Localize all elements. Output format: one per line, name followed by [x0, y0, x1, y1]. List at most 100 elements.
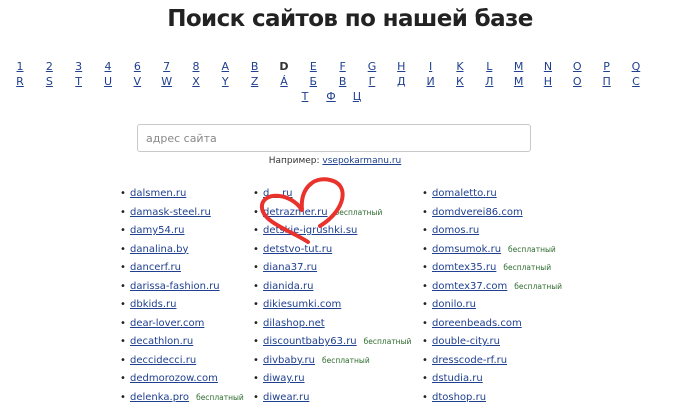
- alphabet-letter-link[interactable]: 2: [35, 60, 63, 73]
- alphabet-letter-link[interactable]: Б: [299, 75, 327, 88]
- alphabet-letter-link[interactable]: О: [563, 75, 591, 88]
- alphabet-letter-link[interactable]: I: [417, 60, 445, 73]
- site-link[interactable]: dresscode-rf.ru: [432, 355, 507, 366]
- site-link[interactable]: decathlon.ru: [130, 336, 193, 347]
- site-link[interactable]: domtex35.ru: [432, 262, 496, 273]
- site-link[interactable]: diway.ru: [263, 373, 305, 384]
- alphabet-letter-link[interactable]: T: [65, 75, 93, 88]
- alphabet-letter-link[interactable]: O: [563, 60, 591, 73]
- alphabet-letter-link[interactable]: П: [593, 75, 621, 88]
- site-link[interactable]: dear-lover.com: [130, 318, 204, 329]
- alphabet-letter-link[interactable]: X: [182, 75, 210, 88]
- alphabet-letter-link[interactable]: 8: [182, 60, 210, 73]
- site-list-item: •dikiesumki.com: [253, 296, 411, 315]
- site-link[interactable]: detskie-igrushki.su: [263, 225, 357, 236]
- alphabet-letter-link[interactable]: Ф: [317, 90, 345, 103]
- site-link[interactable]: delenka.pro: [130, 392, 189, 403]
- bullet-icon: •: [422, 259, 432, 278]
- alphabet-letter-link[interactable]: M: [505, 60, 533, 73]
- site-link[interactable]: discountbaby63.ru: [263, 336, 357, 347]
- alphabet-letter-link[interactable]: Q: [622, 60, 650, 73]
- alphabet-letter-link[interactable]: P: [593, 60, 621, 73]
- site-link[interactable]: detrazmer.ru: [263, 207, 328, 218]
- site-link[interactable]: doreenbeads.com: [432, 318, 522, 329]
- alphabet-letter-link[interactable]: L: [475, 60, 503, 73]
- site-link[interactable]: d....ru: [263, 188, 293, 199]
- bullet-icon: •: [422, 389, 432, 407]
- site-link[interactable]: dikiesumki.com: [263, 299, 341, 310]
- alphabet-letter-link[interactable]: F: [329, 60, 357, 73]
- bullet-icon: •: [422, 315, 432, 334]
- site-link[interactable]: dbkids.ru: [130, 299, 176, 310]
- alphabet-letter-link[interactable]: Н: [534, 75, 562, 88]
- site-link[interactable]: double-city.ru: [432, 336, 500, 347]
- bullet-icon: •: [120, 315, 130, 334]
- alphabet-letter-link[interactable]: 4: [94, 60, 122, 73]
- alphabet-letter-link[interactable]: S: [35, 75, 63, 88]
- site-link[interactable]: detstvo-tut.ru: [263, 244, 332, 255]
- alphabet-letter-link[interactable]: K: [446, 60, 474, 73]
- alphabet-letter-link[interactable]: 6: [123, 60, 151, 73]
- free-badge: бесплатный: [322, 356, 370, 365]
- alphabet-letter-link[interactable]: И: [417, 75, 445, 88]
- site-link[interactable]: domaletto.ru: [432, 188, 497, 199]
- alphabet-letter-link[interactable]: Г: [358, 75, 386, 88]
- alphabet-letter-link[interactable]: E: [299, 60, 327, 73]
- alphabet-letter-link[interactable]: 3: [65, 60, 93, 73]
- site-list-item: •divbaby.ru бесплатный: [253, 352, 411, 371]
- alphabet-letter-link[interactable]: B: [241, 60, 269, 73]
- site-search-input[interactable]: [137, 124, 531, 152]
- site-link[interactable]: deccidecci.ru: [130, 355, 196, 366]
- free-badge: бесплатный: [514, 282, 562, 291]
- alphabet-letter-link[interactable]: H: [387, 60, 415, 73]
- site-link[interactable]: dstudia.ru: [432, 373, 483, 384]
- bullet-icon: •: [253, 352, 263, 371]
- alphabet-letter-link[interactable]: R: [6, 75, 34, 88]
- site-link[interactable]: divbaby.ru: [263, 355, 315, 366]
- site-link[interactable]: donilo.ru: [432, 299, 476, 310]
- alphabet-letter-link[interactable]: Á: [270, 75, 298, 88]
- site-link[interactable]: domsumok.ru: [432, 244, 501, 255]
- site-list-item: •doreenbeads.com: [422, 315, 562, 334]
- bullet-icon: •: [422, 222, 432, 241]
- alphabet-letter-link[interactable]: D: [270, 60, 298, 73]
- site-link[interactable]: dancerf.ru: [130, 262, 181, 273]
- site-link[interactable]: danalina.by: [130, 244, 188, 255]
- alphabet-letter-link[interactable]: G: [358, 60, 386, 73]
- bullet-icon: •: [253, 296, 263, 315]
- site-link[interactable]: dalsmen.ru: [130, 188, 186, 199]
- site-link[interactable]: diwear.ru: [263, 392, 309, 403]
- alphabet-letter-link[interactable]: Z: [241, 75, 269, 88]
- alphabet-letter-link[interactable]: С: [622, 75, 650, 88]
- alphabet-letter-link[interactable]: М: [505, 75, 533, 88]
- alphabet-letter-link[interactable]: V: [123, 75, 151, 88]
- site-link[interactable]: domos.ru: [432, 225, 479, 236]
- site-link[interactable]: domtex37.com: [432, 281, 507, 292]
- site-link[interactable]: diana37.ru: [263, 262, 317, 273]
- site-list-item: •damask-steel.ru: [120, 204, 244, 223]
- alphabet-letter-link[interactable]: Y: [211, 75, 239, 88]
- site-list-item: •dancerf.ru: [120, 259, 244, 278]
- alphabet-letter-link[interactable]: 7: [153, 60, 181, 73]
- site-link[interactable]: domdverei86.com: [432, 207, 523, 218]
- alphabet-letter-link[interactable]: A: [211, 60, 239, 73]
- alphabet-row-3: ТФЦ: [10, 90, 690, 105]
- site-link[interactable]: damask-steel.ru: [130, 207, 211, 218]
- alphabet-letter-link[interactable]: К: [446, 75, 474, 88]
- alphabet-letter-link[interactable]: Д: [387, 75, 415, 88]
- alphabet-letter-link[interactable]: W: [153, 75, 181, 88]
- site-link[interactable]: dtoshop.ru: [432, 392, 486, 403]
- alphabet-letter-link[interactable]: В: [329, 75, 357, 88]
- alphabet-letter-link[interactable]: Л: [475, 75, 503, 88]
- alphabet-letter-link[interactable]: Т: [291, 90, 319, 103]
- example-link[interactable]: vsepokarmanu.ru: [322, 156, 401, 166]
- alphabet-letter-link[interactable]: 1: [6, 60, 34, 73]
- alphabet-letter-link[interactable]: U: [94, 75, 122, 88]
- site-link[interactable]: damy54.ru: [130, 225, 185, 236]
- site-link[interactable]: dedmorozow.com: [130, 373, 218, 384]
- site-link[interactable]: dilashop.net: [263, 318, 325, 329]
- alphabet-letter-link[interactable]: N: [534, 60, 562, 73]
- alphabet-letter-link[interactable]: Ц: [343, 90, 371, 103]
- site-link[interactable]: darissa-fashion.ru: [130, 281, 220, 292]
- site-link[interactable]: dianida.ru: [263, 281, 313, 292]
